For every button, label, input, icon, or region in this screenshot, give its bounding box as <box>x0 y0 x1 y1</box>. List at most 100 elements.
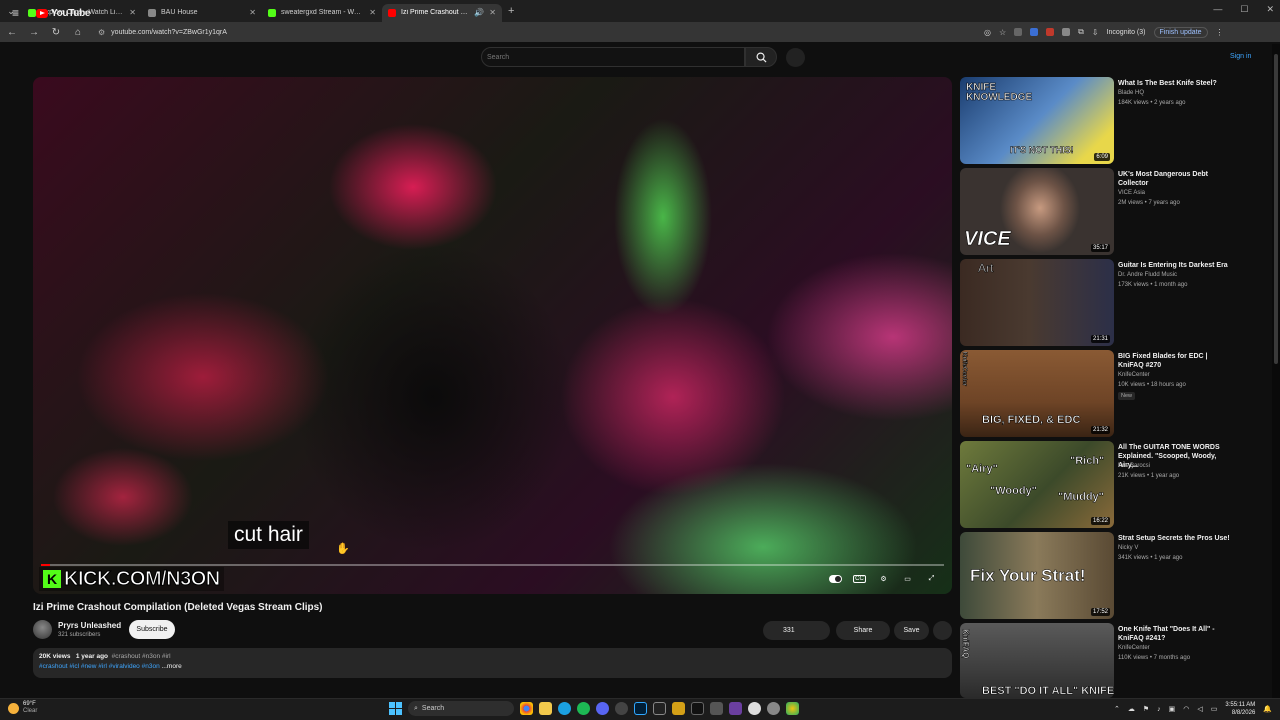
extension-icon[interactable] <box>1014 28 1023 36</box>
app-tray-icon[interactable]: ⚑ <box>1143 705 1149 713</box>
hamburger-menu-icon[interactable]: ≡ <box>12 7 23 19</box>
eye-off-icon[interactable]: ◎ <box>984 28 991 37</box>
incognito-indicator[interactable]: Incognito (3) <box>1107 29 1146 36</box>
recommendation-item[interactable]: Art 21:31 Guitar Is Entering Its Darkest… <box>960 259 1230 347</box>
extension-icon[interactable] <box>1046 28 1055 36</box>
video-thumbnail[interactable]: Art 21:31 <box>960 259 1114 346</box>
app-icon[interactable] <box>710 702 723 715</box>
photoshop-icon[interactable] <box>634 702 647 715</box>
extension-icon[interactable] <box>1062 28 1071 36</box>
app-icon[interactable] <box>786 702 799 715</box>
obs-icon[interactable] <box>615 702 628 715</box>
app-icon[interactable] <box>748 702 761 715</box>
video-thumbnail[interactable]: BIG, FIXED, & EDC KnifeCenter 21:32 <box>960 350 1114 437</box>
app-icon[interactable] <box>691 702 704 715</box>
volume-icon[interactable]: ◁ <box>1197 705 1202 713</box>
star-icon[interactable]: ☆ <box>999 28 1006 37</box>
subscribe-button[interactable]: Subscribe <box>129 620 175 639</box>
windows-start-icon[interactable] <box>389 702 402 715</box>
search-input[interactable]: Search <box>481 47 745 67</box>
battery-icon[interactable]: ▭ <box>1211 705 1218 713</box>
browser-tab[interactable]: BAU House ✕ <box>142 4 262 22</box>
clock[interactable]: 3:55:11 AM 8/8/2026 <box>1225 701 1255 717</box>
notification-bell-icon[interactable]: 🔔 <box>1263 705 1272 713</box>
site-info-icon[interactable]: ⚙ <box>98 28 105 37</box>
chevron-up-icon[interactable]: ⌃ <box>1114 705 1120 713</box>
channel-name[interactable]: Pryrs Unleashed <box>58 621 121 630</box>
captions-icon[interactable]: CC <box>853 573 866 584</box>
recommendation-channel[interactable]: Kris Barocsi <box>1118 463 1150 469</box>
extension-icon[interactable] <box>1030 28 1039 36</box>
url-field[interactable]: ⚙ youtube.com/watch?v=ZBwGr1y1qrA <box>94 25 974 40</box>
sign-in-button[interactable]: Sign in <box>1230 53 1251 60</box>
finish-update-button[interactable]: Finish update <box>1153 26 1208 38</box>
recommendation-item[interactable]: KNIFE KNOWLEDGE IT'S NOT THIS! 6:09 What… <box>960 77 1230 165</box>
hashtags[interactable]: #crashout #icl #new #irl #viralvideo #n3… <box>39 663 160 670</box>
recommendation-item[interactable]: VICE 35:17 UK's Most Dangerous Debt Coll… <box>960 168 1230 256</box>
new-tab-icon[interactable]: + <box>508 5 514 17</box>
recommendation-item[interactable]: BIG, FIXED, & EDC KnifeCenter 21:32 BIG … <box>960 350 1230 438</box>
weather-widget[interactable]: 69°F Clear <box>8 701 37 715</box>
back-icon[interactable]: ← <box>6 27 18 38</box>
recommendation-channel[interactable]: VICE Asia <box>1118 190 1145 196</box>
app-icon[interactable] <box>767 702 780 715</box>
download-icon[interactable]: ⇩ <box>1092 28 1099 37</box>
spotify-icon[interactable] <box>577 702 590 715</box>
search-button[interactable] <box>745 47 777 67</box>
maximize-icon[interactable]: ☐ <box>1240 4 1248 15</box>
menu-kebab-icon[interactable]: ⋮ <box>1216 28 1224 37</box>
close-tab-icon[interactable]: ✕ <box>489 8 496 17</box>
autoplay-toggle[interactable] <box>829 573 842 584</box>
more-actions-button[interactable] <box>933 621 952 640</box>
chrome-icon[interactable] <box>520 702 533 715</box>
edge-icon[interactable] <box>558 702 571 715</box>
app-icon[interactable] <box>729 702 742 715</box>
extensions-puzzle-icon[interactable]: ⧉ <box>1078 27 1084 37</box>
settings-gear-icon[interactable]: ⚙ <box>877 573 890 584</box>
browser-tab[interactable]: sweatergxd Stream - Watch Live ✕ <box>262 4 382 22</box>
microphone-icon[interactable]: ♪ <box>1157 706 1161 713</box>
like-dislike-button[interactable]: 331 <box>763 621 830 640</box>
recommendation-channel[interactable]: Nicky V <box>1118 545 1138 551</box>
browser-tab-active[interactable]: Izi Prime Crashout Compilation 🔊 ✕ <box>382 3 502 22</box>
network-icon[interactable]: ☁ <box>1128 705 1135 713</box>
wifi-icon[interactable]: ◠ <box>1183 705 1189 713</box>
fullscreen-icon[interactable]: ⤢ <box>925 573 938 584</box>
scrollbar-thumb[interactable] <box>1274 54 1278 364</box>
description-box[interactable]: 20K views 1 year ago #crashout #n3on #ir… <box>33 648 952 678</box>
recommendation-channel[interactable]: Blade HQ <box>1118 90 1144 96</box>
close-tab-icon[interactable]: ✕ <box>129 8 136 17</box>
minimize-icon[interactable]: — <box>1213 4 1222 15</box>
home-icon[interactable]: ⌂ <box>72 27 84 38</box>
discord-icon[interactable] <box>596 702 609 715</box>
recommendation-channel[interactable]: KnifeCenter <box>1118 645 1150 651</box>
video-thumbnail[interactable]: BEST "DO IT ALL" KNIFE? KniFAQ <box>960 623 1114 698</box>
miniplayer-icon[interactable]: ▭ <box>901 573 914 584</box>
close-tab-icon[interactable]: ✕ <box>369 8 376 17</box>
reload-icon[interactable]: ↻ <box>50 27 62 38</box>
recommendation-channel[interactable]: Dr. Andre Fludd Music <box>1118 272 1177 278</box>
recommendation-item[interactable]: BEST "DO IT ALL" KNIFE? KniFAQ One Knife… <box>960 623 1230 698</box>
taskbar-search[interactable]: ⌕ Search <box>408 701 514 716</box>
video-thumbnail[interactable]: KNIFE KNOWLEDGE IT'S NOT THIS! 6:09 <box>960 77 1114 164</box>
app-tray-icon[interactable]: ▣ <box>1169 705 1176 713</box>
video-thumbnail[interactable]: VICE 35:17 <box>960 168 1114 255</box>
terminal-icon[interactable] <box>653 702 666 715</box>
page-scrollbar[interactable] <box>1272 44 1280 698</box>
youtube-logo[interactable]: YouTube <box>36 8 91 19</box>
video-thumbnail[interactable]: Fix Your Strat! 17:52 <box>960 532 1114 619</box>
app-icon[interactable] <box>672 702 685 715</box>
forward-icon[interactable]: → <box>28 27 40 38</box>
recommendation-channel[interactable]: KnifeCenter <box>1118 372 1150 378</box>
progress-bar[interactable] <box>41 564 944 566</box>
recommendation-item[interactable]: "Airy" "Rich" "Woody" "Muddy" 16:22 All … <box>960 441 1230 529</box>
channel-avatar[interactable] <box>33 620 52 639</box>
recommendation-item[interactable]: Fix Your Strat! 17:52 Strat Setup Secret… <box>960 532 1230 620</box>
video-player[interactable]: cut hair ✋ K KICK.COM/N3ON CC ⚙ ▭ ⤢ <box>33 77 952 594</box>
save-button[interactable]: Save <box>894 621 929 640</box>
voice-search-button[interactable] <box>786 48 805 67</box>
speaker-icon[interactable]: 🔊 <box>474 8 484 17</box>
close-tab-icon[interactable]: ✕ <box>249 8 256 17</box>
video-thumbnail[interactable]: "Airy" "Rich" "Woody" "Muddy" 16:22 <box>960 441 1114 528</box>
share-button[interactable]: Share <box>836 621 890 640</box>
